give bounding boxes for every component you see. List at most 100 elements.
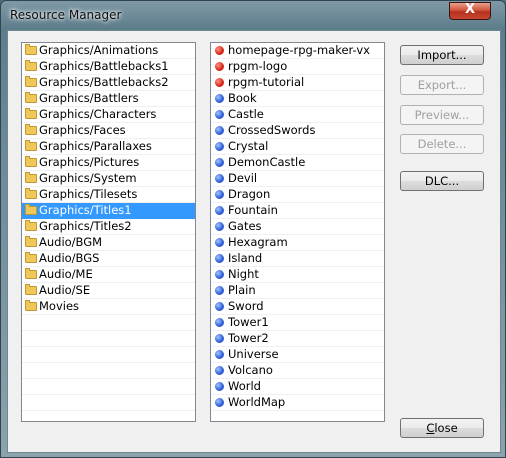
file-item[interactable]: Universe: [211, 347, 384, 363]
folder-item[interactable]: Graphics/Animations: [22, 43, 195, 59]
folder-item[interactable]: Graphics/Faces: [22, 123, 195, 139]
blue-dot-icon: [215, 334, 224, 343]
empty-row: [22, 315, 195, 331]
folder-icon: [25, 172, 37, 183]
title-bar[interactable]: Resource Manager X: [1, 1, 505, 29]
folder-label: Graphics/Battlers: [39, 91, 139, 105]
file-label: Devil: [228, 171, 258, 185]
file-label: Gates: [228, 219, 262, 233]
file-item[interactable]: Devil: [211, 171, 384, 187]
folder-item[interactable]: Graphics/Battlers: [22, 91, 195, 107]
folder-icon: [25, 92, 37, 103]
blue-dot-icon: [215, 302, 224, 311]
file-item[interactable]: Crystal: [211, 139, 384, 155]
file-item[interactable]: Castle: [211, 107, 384, 123]
file-list[interactable]: homepage-rpg-maker-vx rpgm-logo rpgm-tutor…: [210, 42, 385, 422]
file-label: Tower1: [228, 315, 269, 329]
folder-icon: [25, 124, 37, 135]
folder-icon: [25, 44, 37, 55]
blue-dot-icon: [215, 382, 224, 391]
folder-item[interactable]: Graphics/Titles2: [22, 219, 195, 235]
file-item[interactable]: Tower2: [211, 331, 384, 347]
folder-label: Graphics/Characters: [39, 107, 157, 121]
file-item[interactable]: Plain: [211, 283, 384, 299]
file-item[interactable]: CrossedSwords: [211, 123, 384, 139]
dlc-button[interactable]: DLC...: [400, 171, 484, 191]
blue-dot-icon: [215, 366, 224, 375]
blue-dot-icon: [215, 270, 224, 279]
folder-icon: [25, 204, 37, 215]
folder-icon: [25, 140, 37, 151]
folder-item[interactable]: Graphics/Pictures: [22, 155, 195, 171]
file-item[interactable]: Tower1: [211, 315, 384, 331]
file-item[interactable]: Book: [211, 91, 384, 107]
file-label: Hexagram: [228, 235, 288, 249]
file-item[interactable]: WorldMap: [211, 395, 384, 411]
file-item[interactable]: DemonCastle: [211, 155, 384, 171]
folder-item[interactable]: Audio/BGS: [22, 251, 195, 267]
file-item[interactable]: homepage-rpg-maker-vx: [211, 43, 384, 59]
delete-button[interactable]: Delete...: [400, 134, 484, 154]
folder-icon: [25, 108, 37, 119]
import-button[interactable]: Import...: [400, 45, 484, 65]
folder-label: Graphics/Battlebacks1: [39, 59, 169, 73]
folder-icon: [25, 60, 37, 71]
file-item[interactable]: World: [211, 379, 384, 395]
folder-label: Graphics/System: [39, 171, 137, 185]
red-dot-icon: [215, 78, 224, 87]
file-item[interactable]: Gates: [211, 219, 384, 235]
window-close-button[interactable]: X: [449, 2, 491, 20]
blue-dot-icon: [215, 174, 224, 183]
file-label: Plain: [228, 283, 256, 297]
empty-row: [211, 411, 384, 421]
folder-label: Graphics/Animations: [39, 43, 159, 57]
folder-item[interactable]: Graphics/Characters: [22, 107, 195, 123]
folder-label: Graphics/Parallaxes: [39, 139, 152, 153]
file-item[interactable]: Dragon: [211, 187, 384, 203]
file-item[interactable]: Island: [211, 251, 384, 267]
folder-label: Graphics/Battlebacks2: [39, 75, 169, 89]
blue-dot-icon: [215, 110, 224, 119]
dialog-client-area: Graphics/Animations Graphics/Battlebacks1…: [7, 30, 501, 453]
folder-item[interactable]: Graphics/Tilesets: [22, 187, 195, 203]
file-label: World: [228, 379, 261, 393]
close-button[interactable]: Close: [400, 418, 484, 438]
folder-label: Audio/SE: [39, 283, 91, 297]
folder-label: Audio/BGM: [39, 235, 103, 249]
folder-item[interactable]: Audio/ME: [22, 267, 195, 283]
blue-dot-icon: [215, 126, 224, 135]
folder-icon: [25, 300, 37, 311]
empty-row: [22, 363, 195, 379]
folder-item[interactable]: Graphics/Titles1: [22, 203, 195, 219]
export-button[interactable]: Export...: [400, 75, 484, 95]
file-item[interactable]: Sword: [211, 299, 384, 315]
blue-dot-icon: [215, 142, 224, 151]
file-label: Volcano: [228, 363, 273, 377]
file-item[interactable]: rpgm-tutorial: [211, 75, 384, 91]
file-item[interactable]: rpgm-logo: [211, 59, 384, 75]
file-label: Island: [228, 251, 263, 265]
preview-button[interactable]: Preview...: [400, 105, 484, 125]
folder-label: Graphics/Titles1: [39, 203, 132, 217]
red-dot-icon: [215, 62, 224, 71]
folder-item[interactable]: Movies: [22, 299, 195, 315]
folder-item[interactable]: Graphics/System: [22, 171, 195, 187]
folder-list[interactable]: Graphics/Animations Graphics/Battlebacks1…: [21, 42, 196, 422]
folder-item[interactable]: Graphics/Parallaxes: [22, 139, 195, 155]
blue-dot-icon: [215, 190, 224, 199]
file-label: WorldMap: [228, 395, 286, 409]
file-item[interactable]: Volcano: [211, 363, 384, 379]
file-label: CrossedSwords: [228, 123, 316, 137]
folder-item[interactable]: Graphics/Battlebacks2: [22, 75, 195, 91]
folder-label: Graphics/Titles2: [39, 219, 132, 233]
folder-item[interactable]: Audio/SE: [22, 283, 195, 299]
folder-label: Graphics/Tilesets: [39, 187, 138, 201]
file-label: homepage-rpg-maker-vx: [228, 43, 370, 57]
file-item[interactable]: Fountain: [211, 203, 384, 219]
file-item[interactable]: Night: [211, 267, 384, 283]
empty-row: [22, 331, 195, 347]
folder-item[interactable]: Audio/BGM: [22, 235, 195, 251]
folder-item[interactable]: Graphics/Battlebacks1: [22, 59, 195, 75]
folder-icon: [25, 252, 37, 263]
file-item[interactable]: Hexagram: [211, 235, 384, 251]
